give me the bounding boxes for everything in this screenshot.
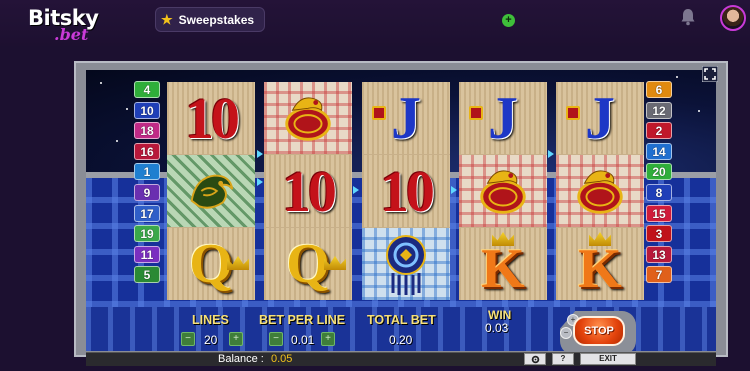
gear-icon — [531, 355, 539, 364]
golden-snake-icon — [285, 97, 331, 141]
payline-arrow — [257, 178, 263, 186]
gem-icon — [372, 106, 386, 120]
ten-symbol: 10 — [185, 85, 240, 151]
total-bet-label: TOTAL BET — [367, 313, 436, 327]
reel-symbol-golden-snake — [556, 155, 644, 227]
payline-arrow — [548, 150, 554, 158]
payline-badge-left-1[interactable]: 1 — [134, 163, 160, 181]
payline-arrow — [257, 150, 263, 158]
payline-badges-left: 4 10 18 16 1 9 17 19 11 5 — [134, 81, 162, 287]
sweepstakes-button[interactable]: ★ Sweepstakes — [155, 7, 265, 32]
top-bar: Bitsky .bet ★ Sweepstakes + — [0, 0, 750, 46]
reel-symbol-q: Q — [167, 228, 255, 300]
reel-symbol-k: K — [459, 228, 547, 300]
logo-sub-text: .bet — [54, 25, 89, 44]
settings-button[interactable] — [524, 353, 546, 365]
jack-symbol: J — [585, 84, 615, 151]
site-logo[interactable]: Bitsky .bet — [28, 6, 118, 44]
payline-badge-left-18[interactable]: 18 — [134, 122, 160, 140]
avatar[interactable] — [720, 5, 746, 31]
payline-badge-left-17[interactable]: 17 — [134, 204, 160, 222]
ten-symbol: 10 — [380, 158, 435, 224]
bet-decrease-button[interactable]: − — [269, 332, 283, 346]
gem-icon — [469, 106, 483, 120]
reel-symbol-10: 10 — [264, 155, 352, 227]
payline-badges-right: 6 12 2 14 20 8 15 3 13 7 — [646, 81, 674, 287]
payline-badge-right-7[interactable]: 7 — [646, 266, 672, 284]
spin-minus-button[interactable]: − — [560, 327, 572, 339]
reel-symbol-10: 10 — [362, 155, 450, 227]
fullscreen-icon[interactable] — [702, 66, 718, 82]
queen-symbol: Q — [189, 233, 233, 295]
reel-1: 10 Q — [167, 82, 255, 300]
payline-badge-right-15[interactable]: 15 — [646, 204, 672, 222]
payline-badge-left-19[interactable]: 19 — [134, 225, 160, 243]
payline-badge-right-20[interactable]: 20 — [646, 163, 672, 181]
gem-icon — [566, 106, 580, 120]
reel-symbol-10: 10 — [167, 82, 255, 154]
star-icon: ★ — [161, 12, 173, 27]
jack-symbol: J — [488, 84, 518, 151]
stop-button[interactable]: STOP — [573, 316, 625, 346]
payline-badge-right-2[interactable]: 2 — [646, 122, 672, 140]
queen-symbol: Q — [286, 233, 330, 295]
reel-symbol-j: J — [362, 82, 450, 154]
payline-badge-left-16[interactable]: 16 — [134, 142, 160, 160]
win-value: 0.03 — [485, 321, 509, 335]
lines-increase-button[interactable]: + — [229, 332, 243, 346]
balance-value: 0.05 — [271, 353, 293, 365]
bet-increase-button[interactable]: + — [321, 332, 335, 346]
payline-badge-right-13[interactable]: 13 — [646, 245, 672, 263]
bet-per-line-value: 0.01 — [291, 333, 315, 347]
reel-symbol-j: J — [459, 82, 547, 154]
reel-symbol-k: K — [556, 228, 644, 300]
reel-symbol-golden-snake — [459, 155, 547, 227]
sun-shield-icon — [386, 235, 426, 295]
bet-per-line-label: BET PER LINE — [259, 313, 346, 327]
reel-symbol-sun-shield — [362, 228, 450, 300]
reel-5: JK — [556, 82, 644, 300]
balance-label: Balance : — [218, 353, 264, 365]
payline-badge-right-6[interactable]: 6 — [646, 81, 672, 98]
sweepstakes-label: Sweepstakes — [178, 12, 255, 27]
ten-symbol: 10 — [282, 158, 337, 224]
reel-symbol-q: Q — [264, 228, 352, 300]
exit-button[interactable]: EXIT — [580, 353, 636, 365]
reel-symbol-golden-snake — [264, 82, 352, 154]
total-bet-value: 0.20 — [389, 333, 413, 347]
payline-badge-left-4[interactable]: 4 — [134, 81, 160, 98]
jack-symbol: J — [391, 84, 421, 151]
payline-badge-left-11[interactable]: 11 — [134, 245, 160, 263]
payline-badge-left-9[interactable]: 9 — [134, 183, 160, 201]
reel-symbol-j: J — [556, 82, 644, 154]
plus-icon[interactable]: + — [502, 14, 515, 27]
lines-decrease-button[interactable]: − — [181, 332, 195, 346]
payline-badge-left-10[interactable]: 10 — [134, 101, 160, 119]
bell-icon[interactable] — [680, 8, 696, 26]
golden-snake-icon — [577, 170, 623, 214]
reel-2: 10 Q — [264, 82, 352, 300]
lines-label: LINES — [192, 313, 229, 327]
win-label: WIN — [488, 308, 512, 322]
golden-snake-icon — [480, 170, 526, 214]
lines-value: 20 — [204, 333, 218, 347]
reel-3: J 10 — [362, 82, 450, 300]
king-symbol: K — [578, 238, 622, 300]
payline-arrow — [353, 186, 359, 194]
help-button[interactable]: ? — [552, 353, 574, 365]
king-symbol: K — [481, 238, 525, 300]
jade-mask-icon — [190, 174, 234, 209]
spin-control: + − STOP — [556, 305, 640, 355]
payline-arrow — [451, 186, 457, 194]
payline-badge-right-3[interactable]: 3 — [646, 225, 672, 243]
payline-badge-right-8[interactable]: 8 — [646, 183, 672, 201]
payline-badge-left-5[interactable]: 5 — [134, 266, 160, 284]
payline-badge-right-14[interactable]: 14 — [646, 142, 672, 160]
payline-badge-right-12[interactable]: 12 — [646, 101, 672, 119]
reel-symbol-jade-mask — [167, 155, 255, 227]
reel-4: JK — [459, 82, 547, 300]
